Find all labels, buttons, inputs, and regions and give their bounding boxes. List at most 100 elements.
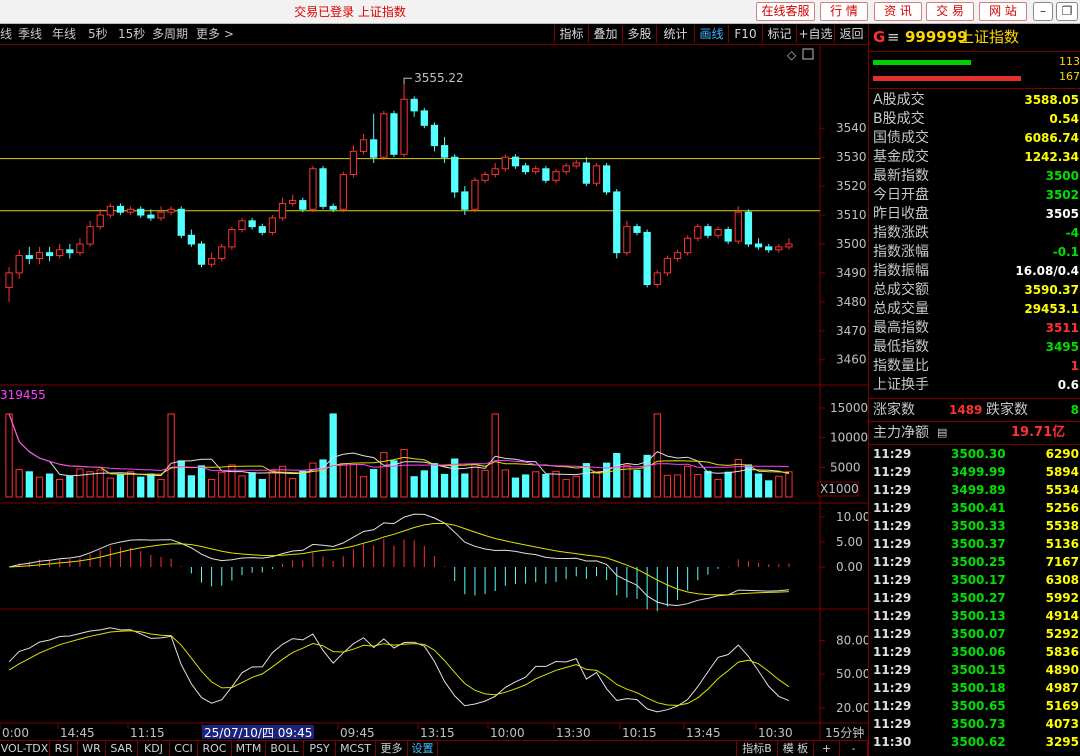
volume-bar: [25, 471, 33, 498]
tick-price: 3500.17: [951, 573, 1006, 587]
candle-body: [56, 249, 64, 257]
tab-psy[interactable]: PSY: [304, 741, 336, 756]
tool-statistics[interactable]: 统计: [656, 25, 694, 43]
tab-boll[interactable]: BOLL: [266, 741, 304, 756]
online-service-button[interactable]: 在线客服: [756, 2, 815, 21]
kdj-axis-label: 20.00: [836, 701, 868, 715]
quote-row: 今日开盘 3502: [869, 186, 1080, 205]
candle-body: [704, 226, 712, 236]
candle-body: [258, 226, 266, 233]
candle-body: [420, 110, 428, 126]
tick-time: 11:29: [873, 591, 912, 605]
candle-body: [451, 156, 459, 193]
volume-bar: [734, 458, 742, 498]
tab-kdj[interactable]: KDJ: [138, 741, 170, 756]
tab-settings[interactable]: 设置: [408, 741, 438, 756]
volume-bar: [370, 468, 378, 498]
volume-ma20-line: [8, 413, 789, 472]
minimize-icon[interactable]: –: [1033, 2, 1053, 21]
sell-strength-value: 167: [1059, 70, 1080, 83]
candle-body: [268, 217, 277, 233]
buy-strength-bar: [873, 60, 971, 65]
candle-body: [147, 214, 155, 219]
candle-body: [370, 139, 378, 158]
tick-row: 11:29 3500.27 5992: [869, 589, 1080, 607]
grid-icon[interactable]: ▤: [937, 423, 947, 443]
period-15s[interactable]: 15秒: [118, 24, 145, 44]
volume-bar: [420, 470, 428, 498]
volume-bar: [66, 475, 74, 498]
candle-body: [734, 211, 742, 242]
volume-bar: [663, 474, 672, 498]
tab-mtm[interactable]: MTM: [232, 741, 266, 756]
candle-body: [775, 246, 783, 251]
volume-bar: [552, 470, 560, 498]
restore-icon[interactable]: ❐: [1056, 2, 1078, 21]
indicator-b-button[interactable]: 指标B: [736, 741, 778, 756]
period-multi[interactable]: 多周期: [152, 24, 188, 44]
period-week[interactable]: 线: [0, 24, 12, 44]
volume-bar: [309, 462, 317, 498]
candle-body: [613, 191, 621, 254]
tick-volume: 5538: [1045, 519, 1079, 533]
kline-chart[interactable]: ◇ 3540 3530 3520 3510 3500 3490 3480 3470 3460 355…: [0, 45, 868, 740]
period-year[interactable]: 年线: [52, 24, 76, 44]
quote-row: 指数振幅 16.08/0.4: [869, 262, 1080, 281]
volume-unit-label: X1000: [820, 482, 859, 496]
volume-bar: [258, 478, 266, 498]
quote-row: 指数涨跌 -4: [869, 224, 1080, 243]
tab-rsi[interactable]: RSI: [50, 741, 78, 756]
volume-ma5-line: [8, 413, 790, 477]
candle-body: [633, 226, 641, 233]
tab-more[interactable]: 更多: [376, 741, 408, 756]
candle-body: [207, 257, 216, 265]
volume-bar: [329, 413, 337, 498]
volume-bar: [45, 473, 54, 498]
website-button[interactable]: 网 站: [979, 2, 1027, 21]
volume-bar: [775, 475, 783, 498]
tab-mcst[interactable]: MCST: [336, 741, 376, 756]
candle-body: [400, 98, 408, 155]
tick-volume: 5836: [1045, 645, 1079, 659]
tab-sar[interactable]: SAR: [106, 741, 138, 756]
tool-mark[interactable]: 标记: [762, 25, 796, 43]
zoom-in-button[interactable]: +: [814, 741, 840, 756]
zoom-out-button[interactable]: -: [840, 741, 868, 756]
tool-add-favorite[interactable]: +自选: [796, 25, 834, 43]
news-button[interactable]: 资 讯: [874, 2, 922, 21]
quotes-button[interactable]: 行 情: [820, 2, 868, 21]
main-capital-value: 19.71亿: [1011, 425, 1066, 440]
tab-vol-tdx[interactable]: VOL-TDX: [0, 741, 50, 756]
template-button[interactable]: 模 板: [778, 741, 814, 756]
candle-body: [248, 220, 256, 228]
candle-body: [359, 139, 368, 152]
tool-back[interactable]: 返回: [834, 25, 868, 43]
period-more[interactable]: 更多 >: [196, 24, 234, 44]
tab-cci[interactable]: CCI: [170, 741, 198, 756]
volume-bar: [167, 413, 175, 498]
candle-body: [491, 168, 499, 176]
tick-volume: 4914: [1045, 609, 1079, 623]
menu-icon[interactable]: ≡: [887, 24, 900, 51]
kdj-d-line: [8, 630, 790, 706]
tab-roc[interactable]: ROC: [198, 741, 232, 756]
tab-wr[interactable]: WR: [78, 741, 106, 756]
price-axis-label: 3470: [836, 324, 867, 338]
candle-body: [501, 156, 509, 170]
tick-time: 11:29: [873, 501, 912, 515]
kline-chart-svg[interactable]: ◇ 3540 3530 3520 3510 3500 3490 3480 3470 3460 355…: [0, 45, 868, 740]
tool-draw-line[interactable]: 画线: [694, 25, 728, 43]
tool-multi-stock[interactable]: 多股: [622, 25, 656, 43]
trade-button[interactable]: 交 易: [926, 2, 974, 21]
period-quarter[interactable]: 季线: [18, 24, 42, 44]
rise-label: 涨家数: [873, 402, 915, 418]
tick-price: 3499.89: [951, 483, 1006, 497]
tool-overlay[interactable]: 叠加: [588, 25, 622, 43]
tick-volume: 6290: [1045, 447, 1079, 461]
tool-indicator[interactable]: 指标: [554, 25, 588, 43]
period-5s[interactable]: 5秒: [88, 24, 108, 44]
candle-body: [785, 243, 793, 248]
tick-row: 11:29 3500.30 6290: [869, 445, 1080, 463]
tool-f10[interactable]: F10: [728, 25, 762, 43]
candle-body: [228, 229, 236, 248]
